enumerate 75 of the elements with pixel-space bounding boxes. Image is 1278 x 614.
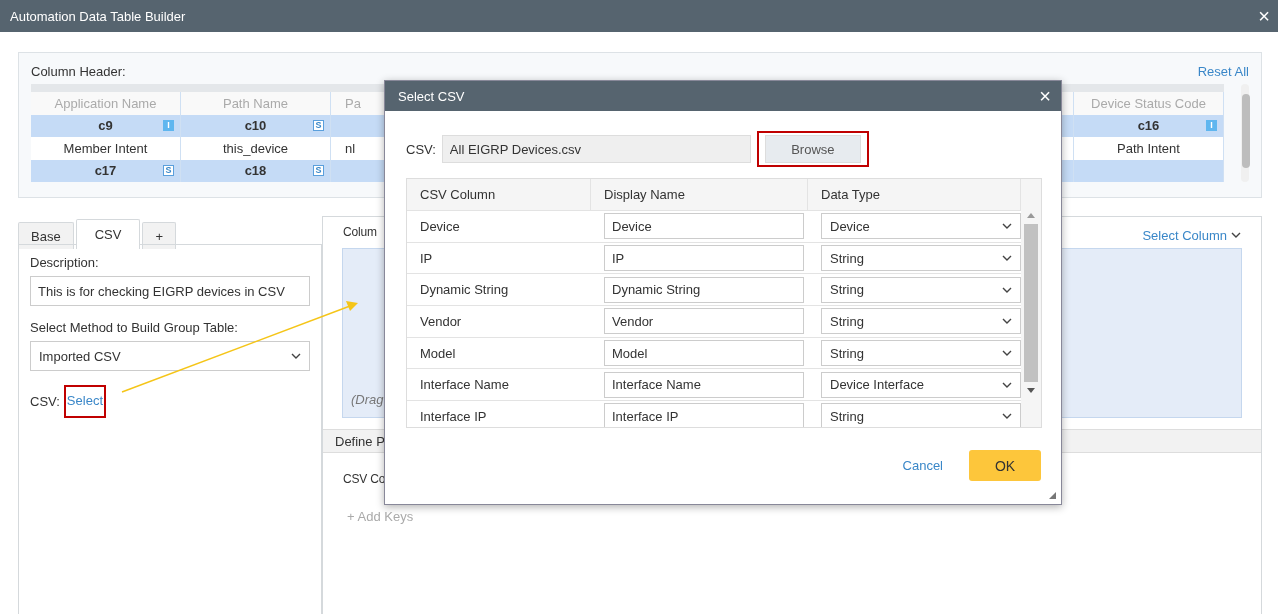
table-cell-text: Device xyxy=(419,218,461,234)
drag-hint: (Drag xyxy=(351,392,384,407)
close-button[interactable]: × xyxy=(1035,86,1055,106)
chevron-icon xyxy=(1002,381,1012,388)
table-cell xyxy=(331,114,385,137)
data-type-dropdown[interactable]: String xyxy=(821,340,1021,367)
field-label: CSV: xyxy=(406,141,436,157)
chevron-icon xyxy=(1231,232,1241,238)
dialog-title: Select CSV xyxy=(398,88,465,104)
column-header: CSV Column xyxy=(407,179,591,210)
section-label: Column Header: xyxy=(31,63,126,79)
chevron-icon xyxy=(1002,223,1012,230)
scrollbar[interactable] xyxy=(1241,84,1249,182)
display-name-field[interactable]: Vendor xyxy=(604,308,804,335)
field-label: Description: xyxy=(30,255,100,270)
type-badge: S xyxy=(163,164,174,176)
tab[interactable]: Base xyxy=(18,222,74,249)
table-cell: Member Intent xyxy=(31,137,181,160)
field-label: CSV: xyxy=(30,394,60,409)
display-name-field[interactable]: Interface IP xyxy=(604,403,804,427)
table-cell: c16 I xyxy=(1074,114,1224,137)
table-cell: nl xyxy=(331,137,385,160)
table-cell-text: Interface IP xyxy=(419,408,488,424)
table-cell: Path Intent xyxy=(1074,137,1224,160)
data-type-dropdown[interactable]: String xyxy=(821,245,1021,272)
type-badge: S xyxy=(313,164,324,176)
table-cell xyxy=(331,159,385,182)
cancel-link[interactable]: Cancel xyxy=(902,458,943,473)
chevron-icon xyxy=(1002,286,1012,293)
file-field[interactable]: All EIGRP Devices.csv xyxy=(441,135,751,163)
table-cell-text: Interface Name xyxy=(419,377,510,393)
description-field[interactable]: This is for checking EIGRP devices in CSV xyxy=(30,276,310,306)
table-cell-text: Vendor xyxy=(419,313,463,329)
chevron-icon xyxy=(1002,413,1012,420)
close-button[interactable]: × xyxy=(1254,6,1274,26)
tab[interactable]: CSV xyxy=(75,219,141,249)
table-cell: c9 I xyxy=(31,114,181,137)
display-name-field[interactable]: Model xyxy=(604,340,804,367)
display-name-field[interactable]: Interface Name xyxy=(604,371,804,398)
scrollbar[interactable] xyxy=(1021,179,1041,427)
table-cell-text: IP xyxy=(419,250,434,266)
data-type-dropdown[interactable]: String xyxy=(821,276,1021,303)
type-badge: I xyxy=(163,119,174,131)
table-cell: c18 S xyxy=(181,159,331,182)
resize-grip-icon[interactable] xyxy=(1049,492,1056,499)
table-cell-text: Dynamic String xyxy=(419,282,510,298)
select-link[interactable]: Select xyxy=(66,393,103,408)
table-cell-text: Model xyxy=(419,345,457,361)
tab[interactable]: Define P xyxy=(335,433,385,449)
table-cell: this_device xyxy=(181,137,331,160)
type-badge: S xyxy=(313,119,324,131)
data-type-dropdown[interactable]: Device Interface xyxy=(821,371,1021,398)
type-badge: I xyxy=(1206,119,1217,131)
tab[interactable]: + xyxy=(142,222,176,249)
section-label: Colum xyxy=(343,225,377,241)
select-column-link[interactable]: Select Column xyxy=(1142,225,1241,245)
data-type-dropdown[interactable]: String xyxy=(821,403,1021,427)
method-dropdown[interactable]: Imported CSV xyxy=(30,341,310,371)
browse-button[interactable]: Browse xyxy=(764,135,861,163)
chevron-icon xyxy=(291,353,301,359)
reset-all-link[interactable]: Reset All xyxy=(1197,63,1249,79)
data-type-dropdown[interactable]: Device xyxy=(821,213,1021,240)
ok-button[interactable]: OK xyxy=(969,450,1041,481)
table-cell: c17 S xyxy=(31,159,181,182)
column-header: Display Name xyxy=(591,179,808,210)
display-name-field[interactable]: Device xyxy=(604,213,804,240)
chevron-icon xyxy=(1002,255,1012,262)
chevron-icon xyxy=(1002,318,1012,325)
display-name-field[interactable]: Dynamic String xyxy=(604,276,804,303)
field-label: Select Method to Build Group Table: xyxy=(30,320,239,335)
data-type-dropdown[interactable]: String xyxy=(821,308,1021,335)
window-title: Automation Data Table Builder xyxy=(10,8,186,24)
chevron-icon xyxy=(1002,350,1012,357)
table-cell: c10 S xyxy=(181,114,331,137)
display-name-field[interactable]: IP xyxy=(604,245,804,272)
